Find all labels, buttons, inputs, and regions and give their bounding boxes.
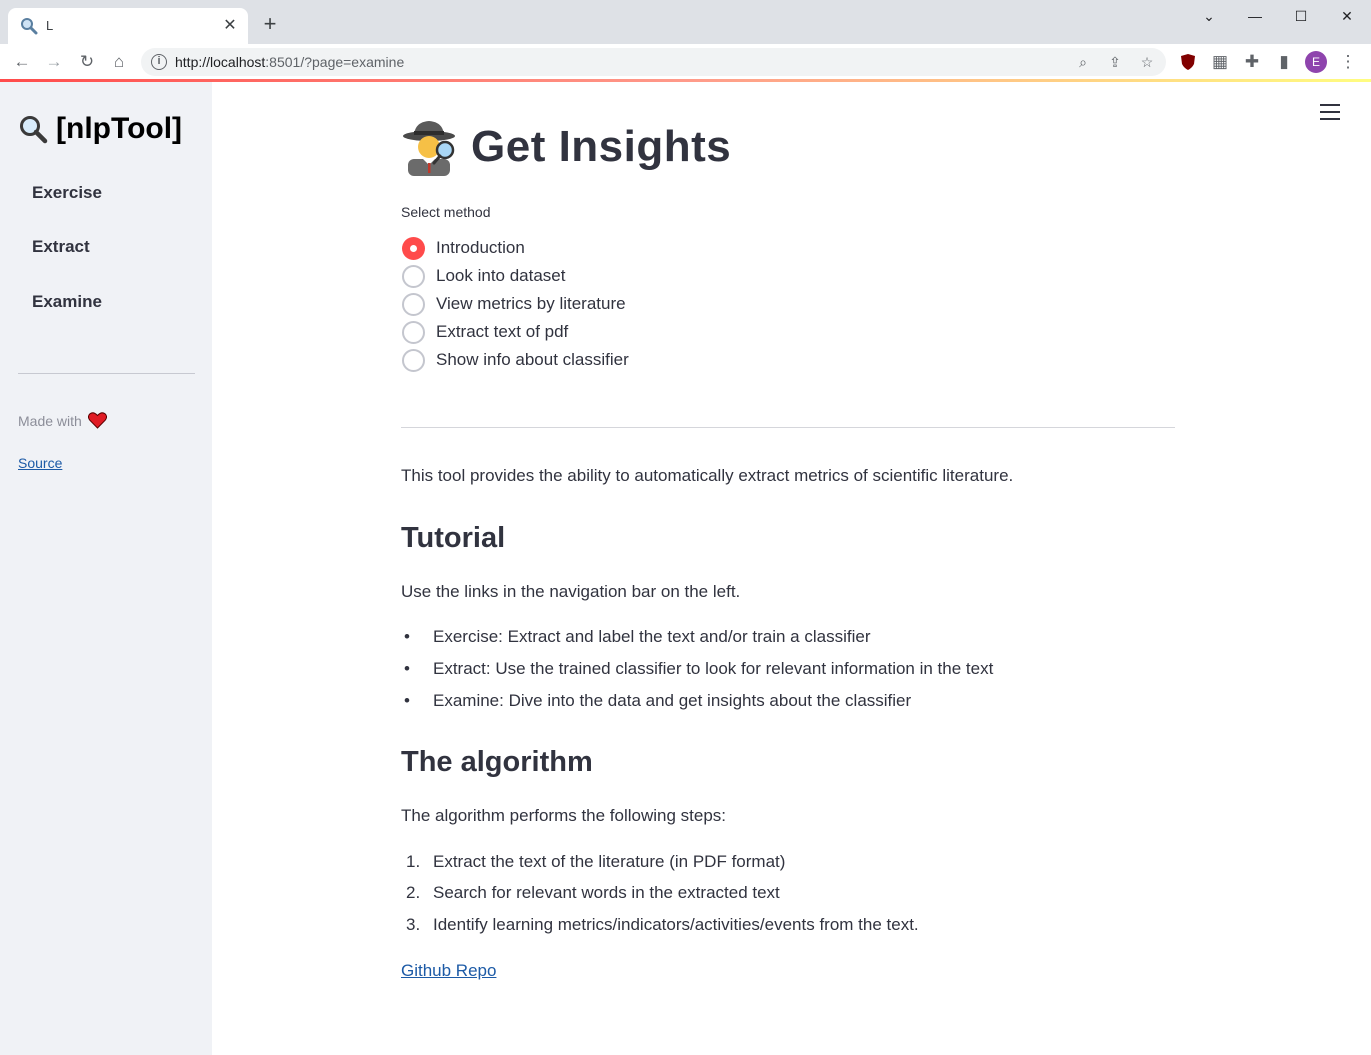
sidebar-item-extract[interactable]: Extract: [32, 237, 90, 257]
algorithm-heading: The algorithm: [401, 746, 593, 778]
share-icon[interactable]: ⇪: [1105, 52, 1125, 72]
ublock-shield-icon[interactable]: [1176, 50, 1200, 74]
minimize-icon[interactable]: —: [1232, 4, 1278, 28]
main-menu-icon[interactable]: [1320, 104, 1340, 120]
magnifier-icon: [20, 116, 48, 144]
browser-menu-icon[interactable]: ⋮: [1336, 50, 1360, 74]
tab-search-chevron-icon[interactable]: ⌄: [1186, 4, 1232, 28]
home-icon[interactable]: ⌂: [107, 50, 131, 74]
reload-icon[interactable]: ↻: [75, 50, 99, 74]
list-item: • Exercise: Extract and label the text an…: [404, 627, 871, 646]
radio-option-view-metrics[interactable]: View metrics by literature: [402, 292, 626, 316]
tutorial-heading: Tutorial: [401, 522, 506, 554]
browser-toolbar: ← → ↻ ⌂ i http://localhost:8501/?page=ex…: [0, 44, 1371, 80]
detective-icon: [403, 121, 455, 176]
close-tab-icon[interactable]: ✕: [220, 16, 240, 36]
list-item: 1. Extract the text of the literature (in…: [406, 852, 786, 871]
qr-code-icon[interactable]: ▦: [1208, 50, 1232, 74]
list-item: • Examine: Dive into the data and get ins…: [404, 691, 912, 710]
zoom-icon[interactable]: ⌕: [1073, 52, 1093, 72]
radio-button[interactable]: [402, 320, 425, 344]
sidebar-item-examine[interactable]: Examine: [32, 292, 102, 312]
browser-tab-bar: L ✕ + ⌄ — ☐ ✕: [0, 0, 1371, 44]
extensions-puzzle-icon[interactable]: ✚: [1240, 50, 1264, 74]
radio-button[interactable]: [402, 292, 425, 316]
tab-title: L: [46, 18, 54, 33]
sidebar-item-exercise[interactable]: Exercise: [32, 183, 102, 203]
radio-button-selected[interactable]: [402, 236, 425, 260]
maximize-icon[interactable]: ☐: [1278, 4, 1324, 28]
browser-tab[interactable]: L ✕: [8, 8, 248, 44]
back-arrow-icon[interactable]: ←: [10, 50, 34, 74]
sidebar: [nlpTool] Exercise Extract Examine Made …: [0, 82, 212, 1055]
source-link[interactable]: Source: [18, 455, 62, 471]
sidebar-title: [nlpTool]: [18, 112, 182, 146]
site-info-icon[interactable]: i: [151, 54, 167, 70]
select-method-label: Select method: [401, 204, 491, 220]
radio-option-introduction[interactable]: Introduction: [402, 236, 525, 260]
profile-avatar[interactable]: E: [1304, 50, 1328, 74]
intro-text: This tool provides the ability to automa…: [401, 466, 1014, 485]
main-divider: [401, 427, 1175, 428]
page-title: Get Insights: [401, 118, 731, 176]
radio-option-classifier-info[interactable]: Show info about classifier: [402, 348, 629, 372]
radio-button[interactable]: [402, 264, 425, 288]
sidebar-divider: [18, 373, 195, 374]
bookmark-star-icon[interactable]: ☆: [1137, 52, 1157, 72]
radio-option-extract-text[interactable]: Extract text of pdf: [402, 320, 568, 344]
list-item: • Extract: Use the trained classifier to …: [404, 659, 994, 678]
made-with-text: Made with: [18, 412, 107, 429]
address-bar[interactable]: i http://localhost:8501/?page=examine ⌕ …: [141, 48, 1166, 76]
url-text: http://localhost:8501/?page=examine: [175, 54, 405, 70]
side-panel-icon[interactable]: ▮: [1272, 50, 1296, 74]
heart-icon: [87, 412, 107, 429]
new-tab-icon[interactable]: +: [258, 12, 282, 36]
radio-button[interactable]: [402, 348, 425, 372]
magnifier-favicon-icon: [21, 18, 38, 35]
window-close-icon[interactable]: ✕: [1324, 4, 1370, 28]
tutorial-text: Use the links in the navigation bar on t…: [401, 582, 741, 601]
algorithm-text: The algorithm performs the following ste…: [401, 806, 727, 825]
list-item: 2. Search for relevant words in the extra…: [406, 883, 780, 902]
github-repo-link[interactable]: Github Repo: [401, 961, 496, 981]
forward-arrow-icon[interactable]: →: [42, 50, 66, 74]
radio-option-look-into-dataset[interactable]: Look into dataset: [402, 264, 565, 288]
list-item: 3. Identify learning metrics/indicators/a…: [406, 915, 919, 934]
